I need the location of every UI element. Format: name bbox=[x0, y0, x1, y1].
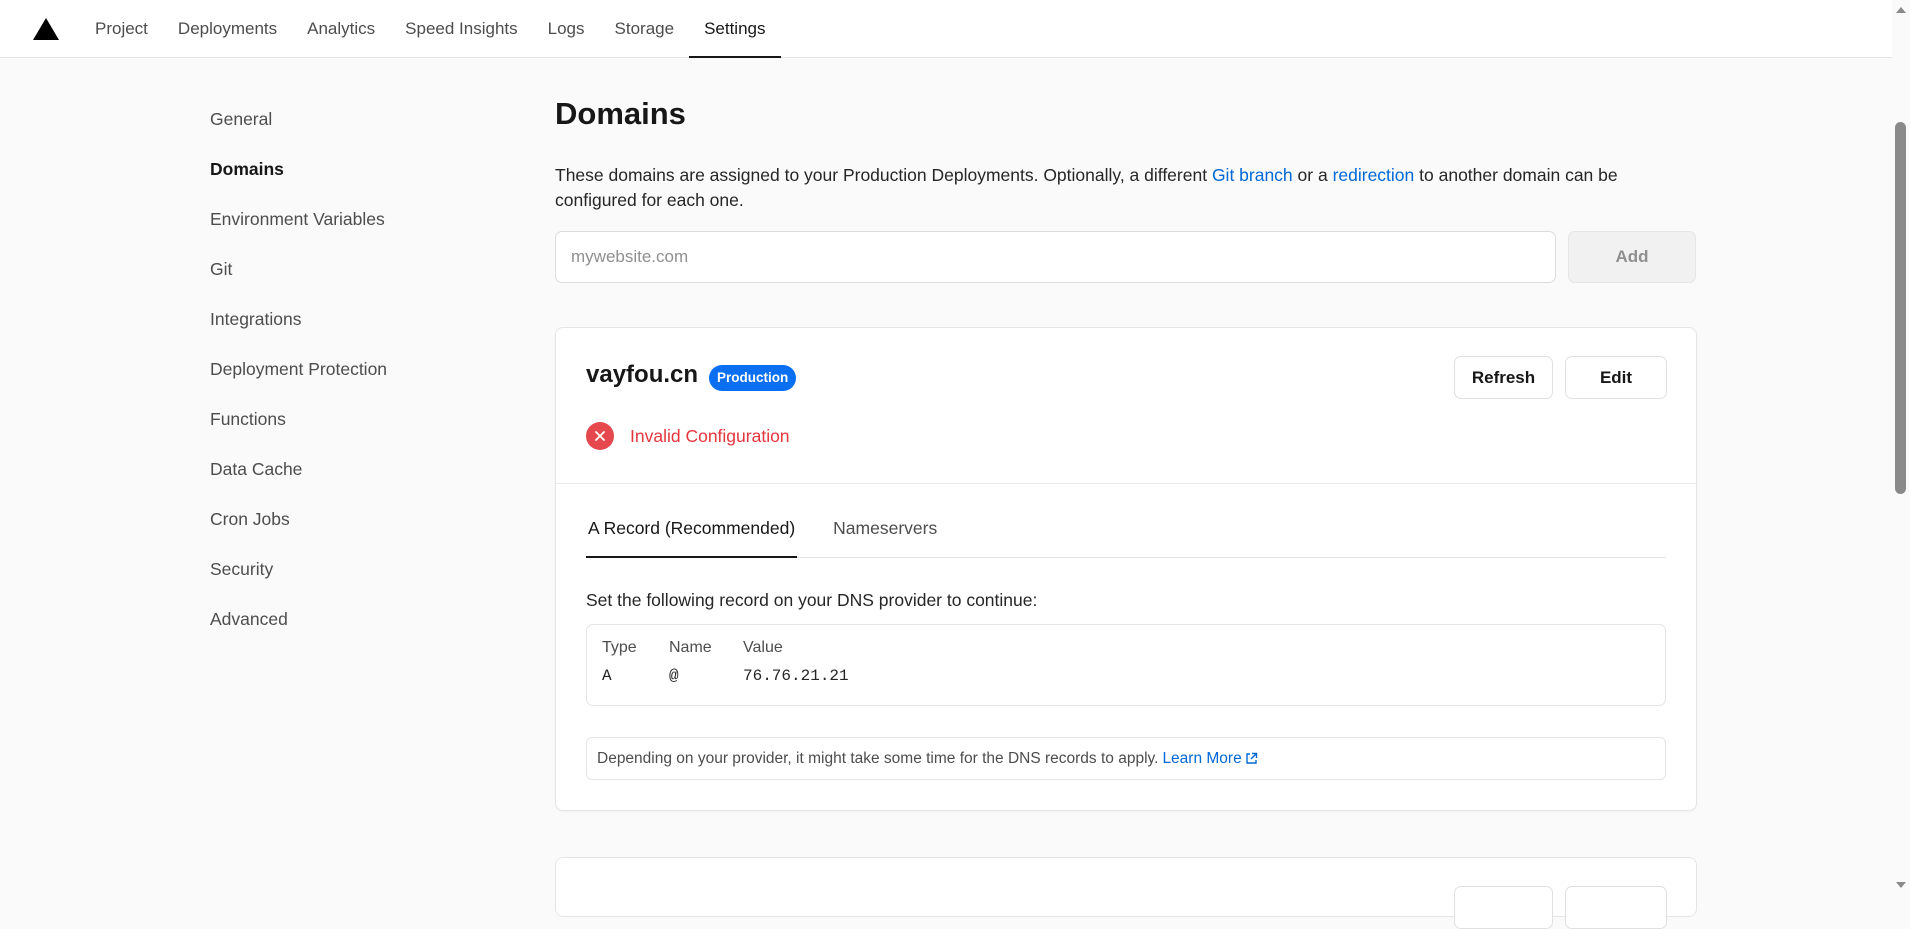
external-link-icon bbox=[1246, 752, 1257, 764]
refresh-button-2[interactable] bbox=[1454, 886, 1553, 929]
record-header-value: Value bbox=[743, 639, 783, 656]
tab-nameservers[interactable]: Nameservers bbox=[831, 513, 939, 557]
sidebar-item-general[interactable]: General bbox=[210, 100, 490, 150]
nav-tab-settings[interactable]: Settings bbox=[689, 0, 781, 58]
record-name-value[interactable]: @ bbox=[669, 667, 743, 685]
dns-record-table: Type Name Value A @ 76.76.21.21 bbox=[586, 624, 1666, 706]
status-text: Invalid Configuration bbox=[630, 425, 790, 446]
git-branch-link[interactable]: Git branch bbox=[1212, 165, 1293, 185]
record-ip-value[interactable]: 76.76.21.21 bbox=[743, 667, 943, 685]
record-header-type: Type bbox=[602, 639, 637, 656]
domain-card-body: A Record (Recommended) Nameservers Set t… bbox=[556, 484, 1696, 810]
page-scrollbar[interactable] bbox=[1892, 0, 1910, 895]
record-type-value[interactable]: A bbox=[602, 667, 669, 685]
production-badge: Production bbox=[709, 365, 797, 391]
scroll-up-arrow-icon[interactable] bbox=[1896, 7, 1906, 13]
edit-button-2[interactable] bbox=[1565, 886, 1667, 929]
domain-input[interactable] bbox=[555, 231, 1556, 283]
intro-text-2: or a bbox=[1292, 165, 1333, 185]
top-nav: Project Deployments Analytics Speed Insi… bbox=[0, 0, 1892, 58]
nav-tab-deployments[interactable]: Deployments bbox=[163, 0, 292, 57]
sidebar-item-integrations[interactable]: Integrations bbox=[210, 300, 490, 350]
sidebar-item-environment-variables[interactable]: Environment Variables bbox=[210, 200, 490, 250]
config-status: Invalid Configuration bbox=[586, 422, 790, 450]
settings-sidebar: General Domains Environment Variables Gi… bbox=[210, 100, 490, 650]
domain-card-2 bbox=[555, 857, 1697, 929]
error-x-icon bbox=[586, 422, 614, 450]
sidebar-item-deployment-protection[interactable]: Deployment Protection bbox=[210, 350, 490, 400]
record-header-name: Name bbox=[669, 639, 712, 656]
sidebar-item-data-cache[interactable]: Data Cache bbox=[210, 450, 490, 500]
nav-tab-project[interactable]: Project bbox=[80, 0, 163, 57]
sidebar-item-git[interactable]: Git bbox=[210, 250, 490, 300]
dns-instructions: Set the following record on your DNS pro… bbox=[586, 590, 1038, 610]
sidebar-item-cron-jobs[interactable]: Cron Jobs bbox=[210, 500, 490, 550]
main-content: Domains These domains are assigned to yo… bbox=[555, 92, 1697, 811]
tab-a-record[interactable]: A Record (Recommended) bbox=[586, 513, 798, 558]
edit-button[interactable]: Edit bbox=[1565, 356, 1667, 399]
add-domain-button[interactable]: Add bbox=[1568, 231, 1696, 283]
sidebar-item-functions[interactable]: Functions bbox=[210, 400, 490, 450]
sidebar-item-advanced[interactable]: Advanced bbox=[210, 600, 490, 650]
dns-tabs: A Record (Recommended) Nameservers bbox=[586, 484, 1666, 558]
nav-tab-analytics[interactable]: Analytics bbox=[292, 0, 390, 57]
propagation-note: Depending on your provider, it might tak… bbox=[586, 737, 1666, 780]
learn-more-label: Learn More bbox=[1162, 749, 1242, 767]
redirection-link[interactable]: redirection bbox=[1333, 165, 1415, 185]
domain-card-header: vayfou.cn Production Refresh Edit Invali… bbox=[556, 328, 1696, 484]
intro-text-1: These domains are assigned to your Produ… bbox=[555, 165, 1212, 185]
note-text: Depending on your provider, it might tak… bbox=[597, 749, 1159, 767]
nav-tabs: Project Deployments Analytics Speed Insi… bbox=[80, 0, 781, 58]
scroll-thumb[interactable] bbox=[1895, 122, 1906, 494]
domains-description: These domains are assigned to your Produ… bbox=[555, 163, 1685, 213]
page-title: Domains bbox=[555, 96, 686, 131]
domain-name[interactable]: vayfou.cn bbox=[586, 361, 698, 389]
refresh-button[interactable]: Refresh bbox=[1454, 356, 1553, 399]
learn-more-link[interactable]: Learn More bbox=[1162, 750, 1257, 768]
logo[interactable] bbox=[0, 0, 80, 57]
nav-tab-logs[interactable]: Logs bbox=[533, 0, 600, 57]
nav-tab-storage[interactable]: Storage bbox=[600, 0, 690, 57]
scroll-down-arrow-icon[interactable] bbox=[1896, 882, 1906, 888]
sidebar-item-security[interactable]: Security bbox=[210, 550, 490, 600]
add-domain-row: Add bbox=[555, 231, 1697, 283]
triangle-logo-icon bbox=[33, 17, 59, 40]
sidebar-item-domains[interactable]: Domains bbox=[210, 150, 490, 200]
domain-card: vayfou.cn Production Refresh Edit Invali… bbox=[555, 327, 1697, 811]
nav-tab-speed-insights[interactable]: Speed Insights bbox=[390, 0, 532, 57]
